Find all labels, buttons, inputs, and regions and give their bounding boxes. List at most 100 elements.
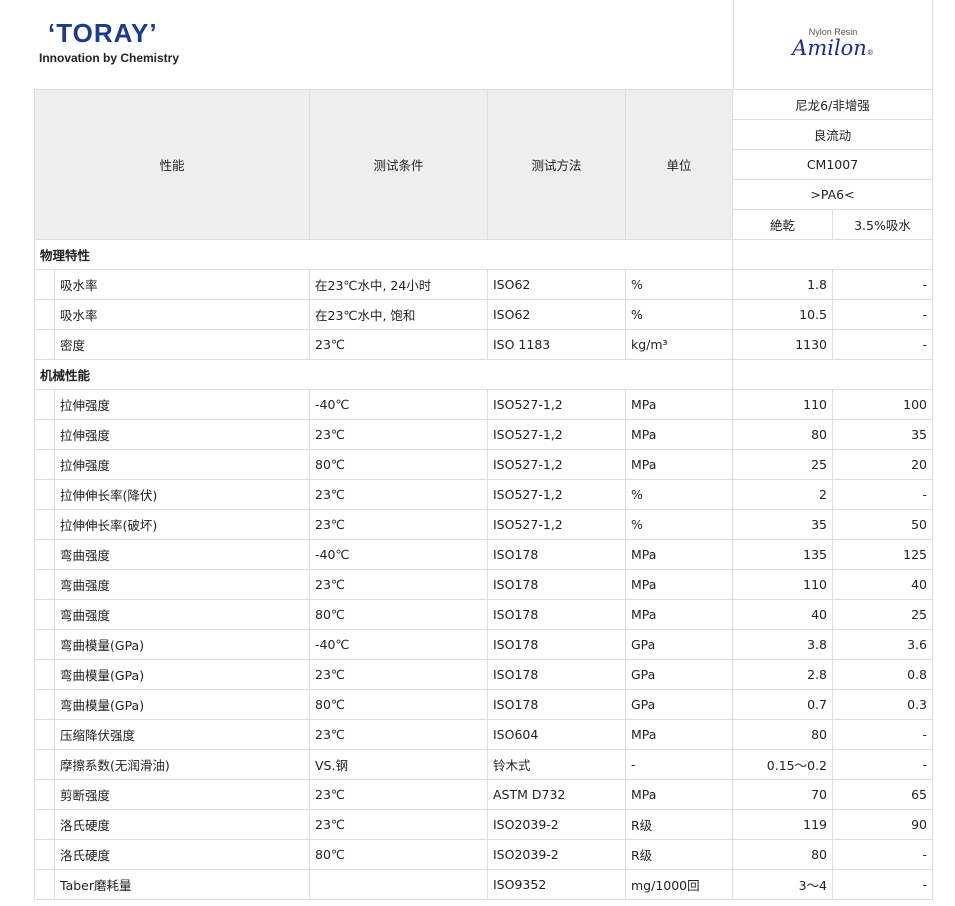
col-header-condition: 测试条件 <box>309 89 488 240</box>
indent-cell <box>34 269 55 300</box>
table-row: 剪断强度 23℃ ASTM D732 MPa 70 65 <box>34 779 933 810</box>
indent-cell <box>34 689 55 720</box>
col-header-property: 性能 <box>34 89 310 240</box>
wet-value-cell: 3.6 <box>832 629 933 660</box>
wet-value-cell: 0.8 <box>832 659 933 690</box>
property-cell: 弯曲模量(GPa) <box>54 689 310 720</box>
wet-value-cell: - <box>832 869 933 900</box>
property-cell: 压缩降伏强度 <box>54 719 310 750</box>
property-cell: 洛氏硬度 <box>54 839 310 870</box>
dry-value-cell: 0.7 <box>732 689 833 720</box>
property-cell: 拉伸强度 <box>54 449 310 480</box>
condition-cell: 80℃ <box>309 449 488 480</box>
table-row: 拉伸伸长率(降伏) 23℃ ISO527-1,2% 2- <box>34 479 933 510</box>
indent-cell <box>34 389 55 420</box>
indent-cell <box>34 329 55 360</box>
method-cell: ISO2039-2 <box>487 809 626 840</box>
unit-cell: MPa <box>625 449 733 480</box>
wet-value-cell: - <box>832 299 933 330</box>
method-cell: ISO9352 <box>487 869 626 900</box>
wet-value-cell: 25 <box>832 599 933 630</box>
method-cell: ISO62 <box>487 299 626 330</box>
method-cell: ISO527-1,2 <box>487 389 626 420</box>
property-table: 性能 测试条件 测试方法 单位 尼龙6/非增强 良流动 CM1007 >PA6<… <box>34 89 933 900</box>
table-row: 拉伸强度 80℃ ISO527-1,2 MPa 25 20 <box>34 449 933 480</box>
condition-cell: 23℃ <box>309 419 488 450</box>
indent-cell <box>34 629 55 660</box>
dry-value-cell: 25 <box>732 449 833 480</box>
unit-cell: MPa <box>625 389 733 420</box>
unit-cell: MPa <box>625 419 733 450</box>
col-header-method: 测试方法 <box>487 89 626 240</box>
table-row: 弯曲强度 80℃ ISO178 MPa 40 25 <box>34 599 933 630</box>
wet-value-cell: 90 <box>832 809 933 840</box>
method-cell: ISO62 <box>487 269 626 300</box>
method-cell: ISO527-1,2 <box>487 509 626 540</box>
condition-cell: 23℃ <box>309 779 488 810</box>
section-title: 物理特性 <box>34 239 733 270</box>
property-cell: 拉伸伸长率(降伏) <box>54 479 310 510</box>
property-cell: 弯曲模量(GPa) <box>54 659 310 690</box>
property-cell: 拉伸强度 <box>54 419 310 450</box>
dry-value-cell: 80 <box>732 419 833 450</box>
wet-value-cell: - <box>832 749 933 780</box>
property-cell: 弯曲强度 <box>54 569 310 600</box>
table-row: 洛氏硬度 23℃ ISO2039-2 R级 119 90 <box>34 809 933 840</box>
unit-cell: R级 <box>625 809 733 840</box>
dry-value-cell: 1.8 <box>732 269 833 300</box>
header-right: Nylon Resin Amilon® <box>733 0 933 89</box>
indent-cell <box>34 779 55 810</box>
unit-cell: - <box>625 749 733 780</box>
indent-cell <box>34 839 55 870</box>
indent-cell <box>34 419 55 450</box>
table-row: 拉伸强度 -40℃ ISO527-1,2 MPa 110 100 <box>34 389 933 420</box>
tagline: Innovation by Chemistry <box>39 51 180 65</box>
indent-cell <box>34 539 55 570</box>
table-row: 摩擦系数(无润滑油) VS.钢 铃木式 -0.15～0.2- <box>34 749 933 780</box>
table-row: 压缩降伏强度 23℃ ISO604 MPa 80- <box>34 719 933 750</box>
table-row: 密度 23℃ ISO 1183 kg/m³ 1130- <box>34 329 933 360</box>
wet-value-cell: - <box>832 719 933 750</box>
condition-cell: 23℃ <box>309 479 488 510</box>
dry-value-cell: 40 <box>732 599 833 630</box>
dry-value-cell: 119 <box>732 809 833 840</box>
indent-cell <box>34 659 55 690</box>
condition-cell: 23℃ <box>309 809 488 840</box>
condition-cell: 23℃ <box>309 719 488 750</box>
dry-value-cell: 3～4 <box>732 869 833 900</box>
condition-cell: 23℃ <box>309 659 488 690</box>
unit-cell: MPa <box>625 599 733 630</box>
table-row: 拉伸强度 23℃ ISO527-1,2 MPa 80 35 <box>34 419 933 450</box>
wet-value-cell: 125 <box>832 539 933 570</box>
grade-code: CM1007 <box>732 149 933 180</box>
unit-cell: % <box>625 269 733 300</box>
dry-value-cell: 70 <box>732 779 833 810</box>
unit-cell: % <box>625 299 733 330</box>
col-header-wet: 3.5%吸水 <box>832 209 933 240</box>
dry-value-cell: 80 <box>732 839 833 870</box>
table-row: 弯曲模量(GPa) 80℃ ISO178 GPa 0.7 0.3 <box>34 689 933 720</box>
property-cell: 弯曲强度 <box>54 539 310 570</box>
unit-cell: MPa <box>625 539 733 570</box>
condition-cell: -40℃ <box>309 389 488 420</box>
unit-cell: R级 <box>625 839 733 870</box>
unit-cell: MPa <box>625 719 733 750</box>
wet-value-cell: 0.3 <box>832 689 933 720</box>
table-row: 吸水率 在23℃水中, 饱和 ISO62% 10.5- <box>34 299 933 330</box>
unit-cell: MPa <box>625 779 733 810</box>
method-cell: ISO2039-2 <box>487 839 626 870</box>
indent-cell <box>34 599 55 630</box>
property-cell: 拉伸强度 <box>54 389 310 420</box>
unit-cell: % <box>625 509 733 540</box>
condition-cell: 23℃ <box>309 329 488 360</box>
wet-value-cell: 100 <box>832 389 933 420</box>
property-cell: Taber磨耗量 <box>54 869 310 900</box>
unit-cell: % <box>625 479 733 510</box>
dry-value-cell: 2 <box>732 479 833 510</box>
wet-value-cell: 40 <box>832 569 933 600</box>
grade-feature: 良流动 <box>732 119 933 150</box>
amilon-logo: Amilon® <box>792 36 874 60</box>
dry-value-cell: 110 <box>732 569 833 600</box>
method-cell: ISO178 <box>487 659 626 690</box>
table-row: 吸水率 在23℃水中, 24小时 ISO62% 1.8- <box>34 269 933 300</box>
